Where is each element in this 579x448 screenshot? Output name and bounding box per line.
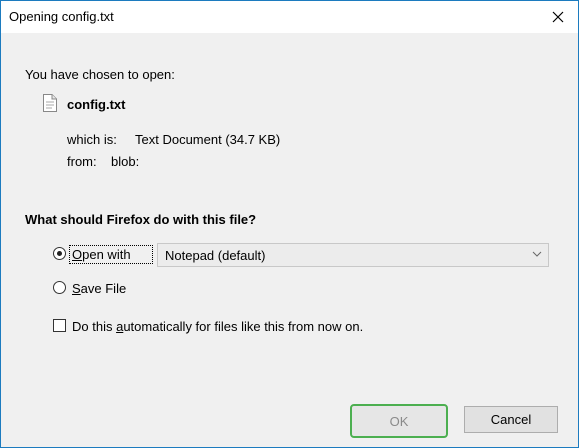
open-with-label[interactable]: Open with xyxy=(72,247,131,262)
chevron-down-icon xyxy=(532,251,542,257)
file-name: config.txt xyxy=(67,97,126,112)
save-file-label[interactable]: Save File xyxy=(72,281,126,296)
from-label: from: xyxy=(67,154,97,169)
auto-checkbox[interactable] xyxy=(53,319,66,332)
application-select-value: Notepad (default) xyxy=(165,248,266,263)
which-is-label: which is: xyxy=(67,132,117,147)
save-file-radio[interactable] xyxy=(53,281,66,294)
application-select[interactable]: Notepad (default) xyxy=(157,243,549,267)
ok-button[interactable]: OK xyxy=(350,404,448,438)
dialog-window: Opening config.txt You have chosen to op… xyxy=(0,0,579,448)
close-icon xyxy=(552,11,564,23)
open-with-radio[interactable] xyxy=(53,247,66,260)
from-value: blob: xyxy=(111,154,140,169)
auto-checkbox-label[interactable]: Do this automatically for files like thi… xyxy=(72,319,363,334)
window-title: Opening config.txt xyxy=(9,9,114,24)
close-button[interactable] xyxy=(544,3,572,31)
file-type-value: Text Document (34.7 KB) xyxy=(135,132,281,147)
text-file-icon xyxy=(43,94,57,117)
intro-text: You have chosen to open: xyxy=(25,67,175,82)
cancel-button[interactable]: Cancel xyxy=(464,406,558,433)
question-heading: What should Firefox do with this file? xyxy=(25,212,257,227)
title-bar: Opening config.txt xyxy=(1,1,578,33)
